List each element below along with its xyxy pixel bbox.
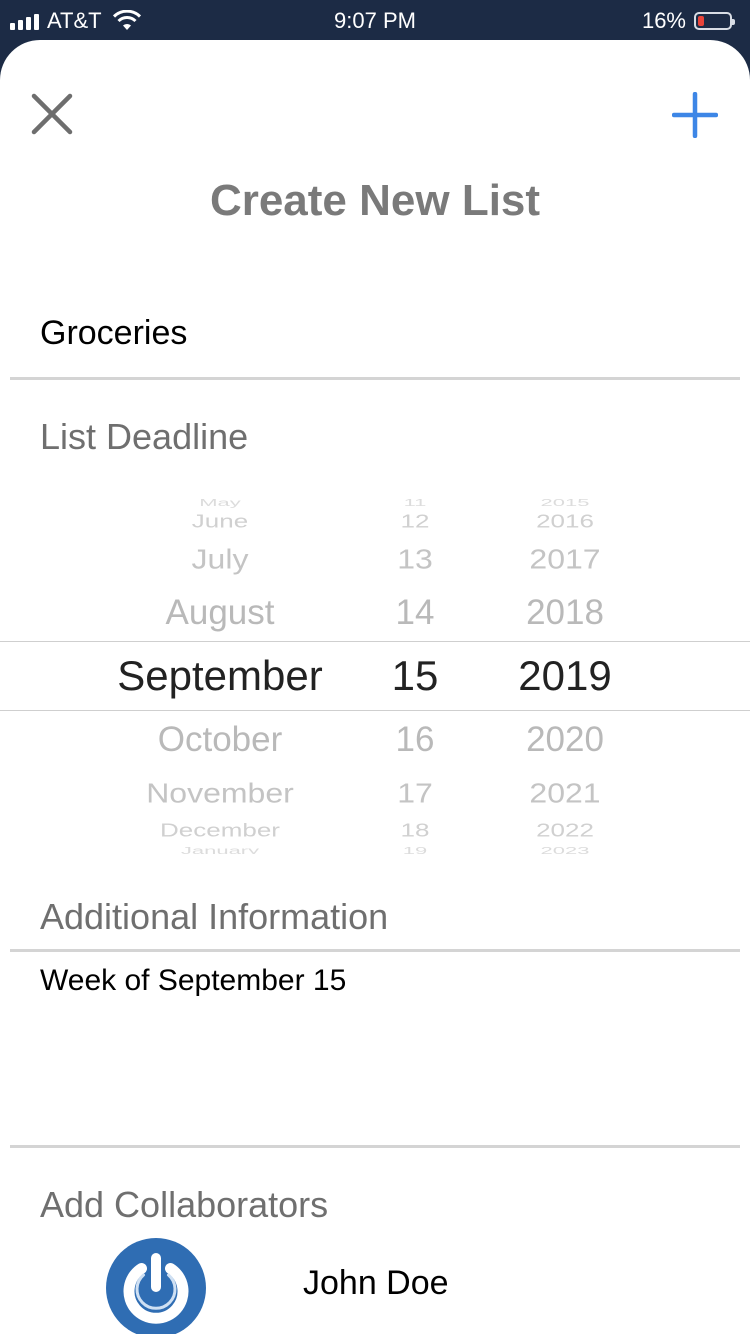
month-option[interactable]: January <box>90 845 350 854</box>
collaborators-label: Add Collaborators <box>40 1184 329 1225</box>
page-title: Create New List <box>209 176 541 225</box>
month-option[interactable]: October <box>90 720 350 760</box>
month-selected[interactable]: September <box>90 652 350 700</box>
day-option[interactable]: 14 <box>370 593 460 633</box>
month-option[interactable]: July <box>90 543 350 576</box>
additional-info-textarea[interactable]: Week of September 15 <box>40 964 710 1134</box>
collaborator-item[interactable]: John Doe <box>0 1236 750 1334</box>
deadline-date-picker[interactable]: May June July August September October N… <box>0 494 750 854</box>
day-wheel[interactable]: 11 12 13 14 15 16 17 18 19 <box>370 494 460 854</box>
power-button-avatar-icon <box>106 1238 206 1334</box>
day-option[interactable]: 11 <box>370 497 460 509</box>
day-option[interactable]: 12 <box>370 510 460 532</box>
status-bar: AT&T 9:07 PM 16% <box>0 0 750 40</box>
day-option[interactable]: 13 <box>370 543 460 576</box>
close-button[interactable] <box>30 92 74 136</box>
create-list-sheet: Create New List List Deadline May June J… <box>0 40 750 1334</box>
month-option[interactable]: November <box>90 777 350 810</box>
day-option[interactable]: 17 <box>370 777 460 810</box>
year-option[interactable]: 2018 <box>495 593 635 633</box>
month-option[interactable]: May <box>90 497 350 509</box>
year-option[interactable]: 2017 <box>495 543 635 576</box>
battery-level <box>698 16 704 26</box>
year-option[interactable]: 2021 <box>495 777 635 810</box>
year-option[interactable]: 2022 <box>495 819 635 841</box>
year-option[interactable]: 2016 <box>495 510 635 532</box>
close-icon <box>31 93 73 135</box>
additional-info-divider-bottom <box>10 1145 740 1148</box>
status-time: 9:07 PM <box>334 8 416 33</box>
month-option[interactable]: June <box>90 510 350 532</box>
additional-info-label: Additional Information <box>40 896 389 937</box>
list-name-divider <box>10 377 740 380</box>
day-selected[interactable]: 15 <box>370 652 460 700</box>
year-option[interactable]: 2015 <box>495 497 635 509</box>
add-button[interactable] <box>671 91 719 139</box>
list-name-input[interactable] <box>40 308 710 358</box>
year-wheel[interactable]: 2015 2016 2017 2018 2019 2020 2021 2022 … <box>495 494 635 854</box>
battery-icon <box>694 12 735 30</box>
plus-icon <box>671 91 719 139</box>
year-option[interactable]: 2020 <box>495 720 635 760</box>
battery-percent: 16% <box>641 8 686 33</box>
day-option[interactable]: 18 <box>370 819 460 841</box>
additional-info-divider-top <box>10 949 740 952</box>
day-option[interactable]: 16 <box>370 720 460 760</box>
year-selected[interactable]: 2019 <box>495 652 635 700</box>
month-wheel[interactable]: May June July August September October N… <box>90 494 350 854</box>
day-option[interactable]: 19 <box>370 845 460 854</box>
status-right: 16% <box>641 8 735 34</box>
month-option[interactable]: August <box>90 593 350 633</box>
collaborator-name: John Doe <box>303 1264 449 1302</box>
deadline-label: List Deadline <box>40 416 249 457</box>
month-option[interactable]: December <box>90 819 350 841</box>
year-option[interactable]: 2023 <box>495 845 635 854</box>
